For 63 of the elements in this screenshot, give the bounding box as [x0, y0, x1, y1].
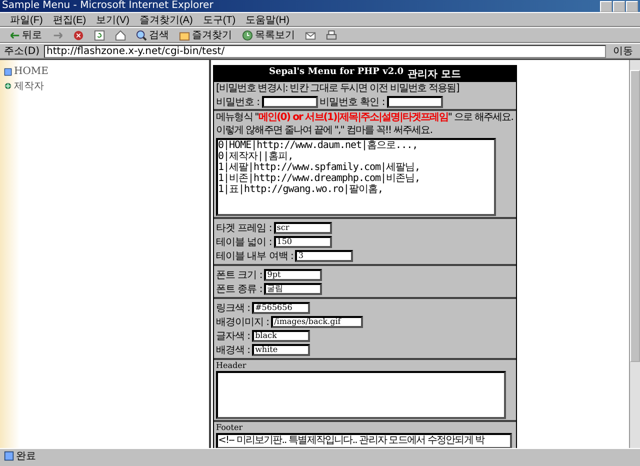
field-label: 비밀번호 :: [216, 96, 260, 109]
favorites-icon: [179, 30, 190, 40]
menu-textarea[interactable]: 0|HOME|http://www.daum.net|홈으로..., 0|제작자||홈피, 1|세팔|http://www.spfamily.com|세팔님, 1|비존|http://www.dreamphp.com|비존님, 1|표|http://gwang.wo.ro|팔이홈,: [216, 138, 496, 216]
field-label: 폰트 종류 :: [216, 282, 262, 296]
field-label: 폰트 크기 :: [216, 268, 262, 282]
footer-textarea[interactable]: <!-- 미리보기판.. 특별제작입니다.. 관리자 모드에서 수정안되게 박: [216, 433, 512, 448]
menu-item[interactable]: 도구(T): [202, 12, 236, 26]
sidebar-item[interactable]: 제작자: [4, 79, 205, 93]
back-icon: [9, 30, 20, 40]
footer-label: Footer: [216, 423, 244, 432]
input-field[interactable]: 3: [295, 250, 354, 262]
panel-title-suffix: 관리자 모드: [407, 68, 461, 81]
field-label: 배경색 :: [216, 344, 250, 356]
sidebar-item[interactable]: HOME: [4, 66, 205, 77]
window-title: Sample Menu - Microsoft Internet Explorer: [2, 0, 214, 12]
search-icon: [136, 30, 147, 40]
format-hint: 이렇게 않해주면 줄나여 끝에 "," 컴마를 꼭!! 써주세요.: [216, 125, 432, 137]
refresh-icon: [94, 30, 105, 40]
input-field[interactable]: scr: [274, 222, 332, 234]
mail-icon: [305, 30, 316, 40]
field-label: 비밀번호 확인 :: [320, 96, 385, 109]
go-button[interactable]: 이동: [610, 44, 636, 58]
field-label: 테이블 넓이 :: [216, 236, 272, 248]
input-field[interactable]: 굴림: [264, 282, 322, 294]
input-field[interactable]: 150: [274, 236, 332, 248]
scrollbar[interactable]: [629, 60, 640, 448]
password-note: [비밀번호 변경시: 빈칸 그대로 두시면 이전 비밀번호 적용됨]: [216, 83, 459, 95]
field-label: 글자색 :: [216, 330, 250, 342]
toolbar-button[interactable]: 목록보기: [239, 28, 298, 42]
address-field[interactable]: http://flashzone.x-y.net/cgi-bin/test/: [44, 44, 606, 58]
forward-icon: [52, 30, 63, 40]
input-field[interactable]: white: [252, 344, 310, 356]
status-text: 완료: [16, 450, 36, 463]
toolbar-button[interactable]: 즐겨찾기: [176, 28, 235, 42]
link-icon: [4, 82, 12, 90]
field-label: 배경이미지 :: [216, 316, 270, 328]
stop-icon: [73, 30, 84, 40]
menu-item[interactable]: 편집(E): [52, 12, 86, 26]
home-icon: [115, 30, 126, 40]
field-label: 링크색 :: [216, 302, 250, 314]
header-textarea[interactable]: [216, 371, 506, 419]
toolbar-button[interactable]: 뒤로: [6, 28, 45, 42]
menu-item[interactable]: 보기(V): [96, 12, 130, 26]
header-label: Header: [216, 361, 248, 370]
field-label: 테이블 내부 여백 :: [216, 250, 294, 262]
input-field[interactable]: /images/back.gif: [271, 316, 364, 328]
input-field[interactable]: black: [252, 330, 310, 342]
password-field[interactable]: [262, 96, 318, 108]
panel-title: Sepal's Menu for PHP v2.0: [269, 67, 404, 79]
page-icon: [4, 451, 14, 461]
history-icon: [242, 30, 253, 40]
input-field[interactable]: #565656: [252, 302, 310, 314]
input-field[interactable]: 9pt: [264, 268, 322, 280]
print-icon: [326, 30, 337, 40]
menu-item[interactable]: 파일(F): [10, 12, 43, 26]
address-label: 주소(D): [4, 45, 40, 58]
field-label: 타겟 프레임 :: [216, 222, 272, 234]
password-field[interactable]: [386, 96, 443, 108]
page-icon: [4, 68, 12, 76]
menu-item[interactable]: 도움말(H): [246, 12, 290, 26]
toolbar-button[interactable]: 검색: [133, 28, 172, 42]
format-instruction: 메뉴형식 "메인(0) or 서브(1)|제목|주소|설명|타겟프레임" 으로 해주세요.: [216, 112, 514, 124]
menu-item[interactable]: 즐겨찾기(A): [139, 12, 193, 26]
